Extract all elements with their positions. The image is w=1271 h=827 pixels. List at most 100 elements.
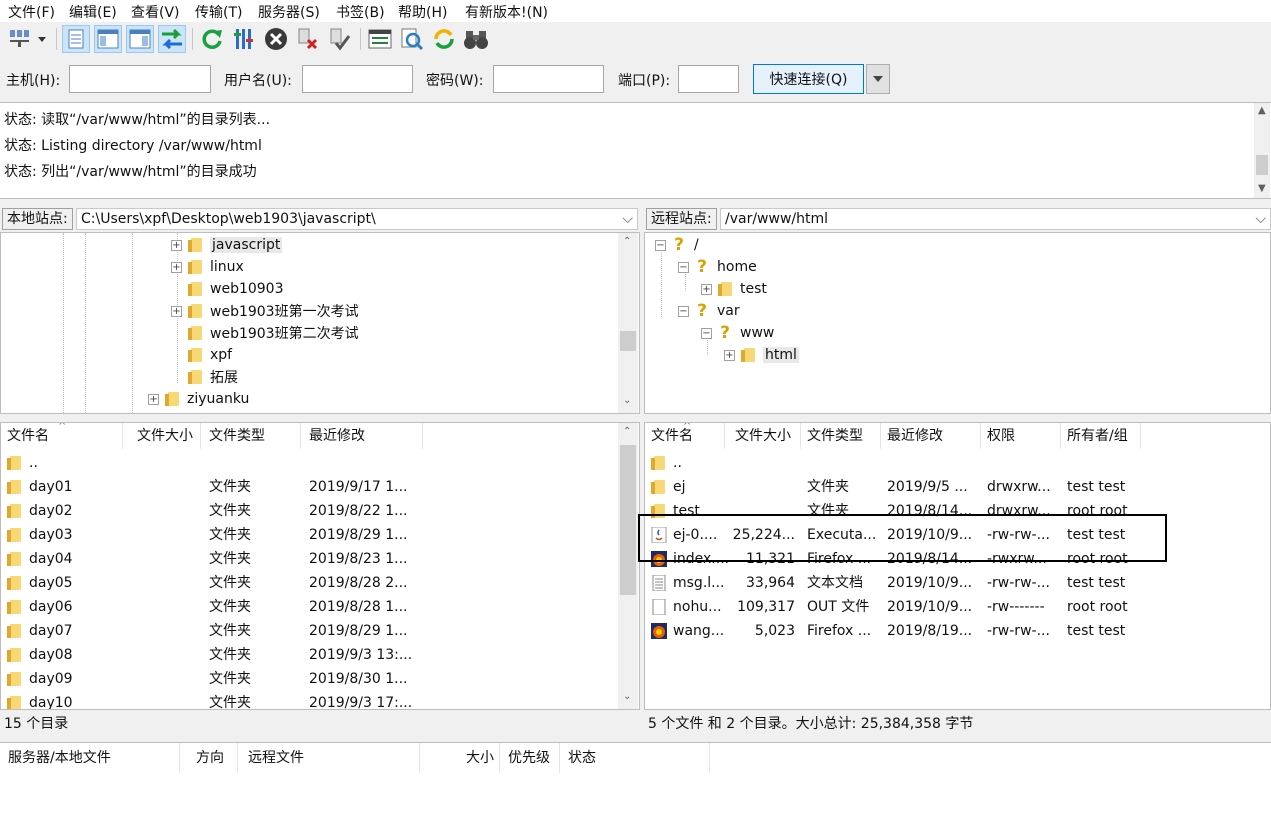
tree-node-javascript[interactable]: + javascript — [171, 234, 283, 256]
site-manager-button[interactable] — [4, 25, 48, 53]
menu-help[interactable]: 帮助(H) — [398, 2, 447, 22]
process-queue-button[interactable] — [230, 25, 258, 53]
local-list-scrollbar[interactable]: ⌃ ⌄ — [618, 423, 638, 709]
expand-icon[interactable]: + — [171, 261, 182, 273]
remote-path-input[interactable]: /var/www/html ⌵ — [720, 208, 1271, 230]
collapse-icon[interactable]: − — [678, 305, 689, 317]
tree-node-ziyuanku[interactable]: + ziyuanku — [148, 388, 249, 410]
remote-col-type[interactable]: 文件类型 — [801, 423, 881, 449]
local-file-row[interactable]: day07 文件夹 2019/8/29 1... — [1, 619, 617, 643]
reconnect-button[interactable] — [326, 25, 354, 53]
menu-file[interactable]: 文件(F) — [8, 2, 55, 22]
queue-col-size[interactable]: 大小 — [458, 743, 500, 773]
search-button[interactable] — [398, 25, 426, 53]
remote-tree-html[interactable]: + html — [724, 344, 799, 366]
queue-col-remote[interactable]: 远程文件 — [240, 743, 420, 773]
remote-file-row[interactable]: nohu... 109,317 OUT 文件 2019/10/9... -rw-----… — [645, 595, 1270, 619]
tree-node-web1903-exam1[interactable]: + web1903班第一次考试 — [171, 300, 359, 322]
remote-col-size[interactable]: 文件大小 — [729, 423, 801, 449]
local-tree-scrollbar[interactable]: ⌃ ⌄ — [618, 233, 638, 413]
refresh-button[interactable] — [198, 25, 226, 53]
expand-icon[interactable]: + — [171, 305, 182, 317]
remote-file-row[interactable]: ej 文件夹 2019/9/5 ... drwxrw... test test — [645, 475, 1270, 499]
tree-node-extension[interactable]: 拓展 — [188, 366, 238, 388]
quickconnect-dropdown[interactable] — [866, 64, 890, 94]
file-name: day04 — [29, 551, 73, 567]
local-list-scrollbar-thumb[interactable] — [620, 445, 636, 595]
find-button[interactable] — [462, 25, 490, 53]
disconnect-button[interactable] — [294, 25, 322, 53]
queue-col-priority[interactable]: 优先级 — [500, 743, 560, 773]
remote-file-row[interactable]: msg.l... 33,964 文本文档 2019/10/9... -rw-rw-...… — [645, 571, 1270, 595]
toggle-local-tree-button[interactable] — [94, 25, 122, 53]
remote-tree-root[interactable]: −? / — [655, 234, 699, 256]
toggle-log-button[interactable] — [62, 25, 90, 53]
local-file-row[interactable]: .. — [1, 451, 617, 475]
username-input[interactable] — [302, 65, 413, 93]
port-input[interactable] — [678, 65, 739, 93]
queue-col-server-local[interactable]: 服务器/本地文件 — [0, 743, 180, 773]
menu-edit[interactable]: 编辑(E) — [69, 2, 117, 22]
menu-bookmarks[interactable]: 书签(B) — [336, 2, 385, 22]
expand-icon[interactable]: + — [148, 393, 159, 405]
local-file-row[interactable]: day05 文件夹 2019/8/28 2... — [1, 571, 617, 595]
remote-col-permissions[interactable]: 权限 — [981, 423, 1061, 449]
remote-directory-tree: −? / −? home + test −? var −? www + html — [644, 232, 1271, 414]
remote-tree-www[interactable]: −? www — [701, 322, 774, 344]
remote-col-name[interactable]: 文件名 ^ — [645, 423, 725, 449]
chevron-down-icon[interactable]: ⌵ — [1255, 209, 1266, 229]
tree-node-xpf[interactable]: xpf — [188, 344, 232, 366]
chevron-down-icon[interactable]: ⌵ — [622, 209, 633, 229]
quickconnect-button[interactable]: 快速连接(Q) — [753, 64, 864, 94]
menu-view[interactable]: 查看(V) — [131, 2, 180, 22]
password-input[interactable] — [493, 65, 604, 93]
local-col-type[interactable]: 文件类型 — [203, 423, 301, 449]
remote-file-row[interactable]: wang... 5,023 Firefox ... 2019/8/19... -rw-r… — [645, 619, 1270, 643]
tree-node-web10903[interactable]: web10903 — [188, 278, 284, 300]
local-file-row[interactable]: day01 文件夹 2019/9/17 1... — [1, 475, 617, 499]
sync-browse-button[interactable] — [430, 25, 458, 53]
queue-col-status[interactable]: 状态 — [560, 743, 710, 773]
remote-col-owner[interactable]: 所有者/组 — [1061, 423, 1141, 449]
local-file-row[interactable]: day10 文件夹 2019/9/3 17:... — [1, 691, 617, 709]
file-permissions: -rw------- — [987, 599, 1045, 615]
collapse-icon[interactable]: − — [655, 239, 666, 251]
remote-tree-var[interactable]: −? var — [678, 300, 740, 322]
local-col-name[interactable]: 文件名 ^ — [1, 423, 123, 449]
remote-col-modified[interactable]: 最近修改 — [881, 423, 981, 449]
tree-node-web1903-exam2[interactable]: web1903班第二次考试 — [188, 322, 359, 344]
tree-node-linux[interactable]: + linux — [171, 256, 244, 278]
local-file-row[interactable]: day04 文件夹 2019/8/23 1... — [1, 547, 617, 571]
expand-icon[interactable]: + — [171, 239, 182, 251]
local-file-row[interactable]: day09 文件夹 2019/8/30 1... — [1, 667, 617, 691]
menu-server[interactable]: 服务器(S) — [258, 2, 320, 22]
local-col-modified[interactable]: 最近修改 — [303, 423, 423, 449]
log-scrollbar[interactable]: ▲ ▼ — [1254, 103, 1270, 198]
local-file-row[interactable]: day06 文件夹 2019/8/28 1... — [1, 595, 617, 619]
local-col-size[interactable]: 文件大小 — [131, 423, 201, 449]
toggle-remote-tree-button[interactable] — [126, 25, 154, 53]
local-tree-scrollbar-thumb[interactable] — [620, 331, 636, 351]
toggle-queue-button[interactable] — [158, 25, 186, 53]
host-input[interactable] — [69, 65, 211, 93]
local-file-row[interactable]: day02 文件夹 2019/8/22 1... — [1, 499, 617, 523]
local-path-input[interactable]: C:\Users\xpf\Desktop\web1903\javascript\… — [76, 208, 638, 230]
local-file-row[interactable]: day03 文件夹 2019/8/29 1... — [1, 523, 617, 547]
remote-file-row[interactable]: .. — [645, 451, 1270, 475]
queue-col-direction[interactable]: 方向 — [188, 743, 238, 773]
menu-transfer[interactable]: 传输(T) — [195, 2, 242, 22]
local-file-row[interactable]: day08 文件夹 2019/9/3 13:... — [1, 643, 617, 667]
expand-icon[interactable]: + — [701, 283, 712, 295]
expand-icon[interactable]: + — [724, 349, 735, 361]
folder-icon — [7, 551, 21, 567]
file-type: 文件夹 — [209, 479, 251, 495]
file-size: 109,317 — [737, 599, 795, 615]
collapse-icon[interactable]: − — [701, 327, 712, 339]
log-scrollbar-thumb[interactable] — [1256, 155, 1268, 175]
remote-tree-test[interactable]: + test — [701, 278, 767, 300]
cancel-button[interactable] — [262, 25, 290, 53]
remote-tree-home[interactable]: −? home — [678, 256, 757, 278]
directory-compare-button[interactable] — [366, 25, 394, 53]
collapse-icon[interactable]: − — [678, 261, 689, 273]
menu-new-version[interactable]: 有新版本!(N) — [465, 2, 548, 22]
